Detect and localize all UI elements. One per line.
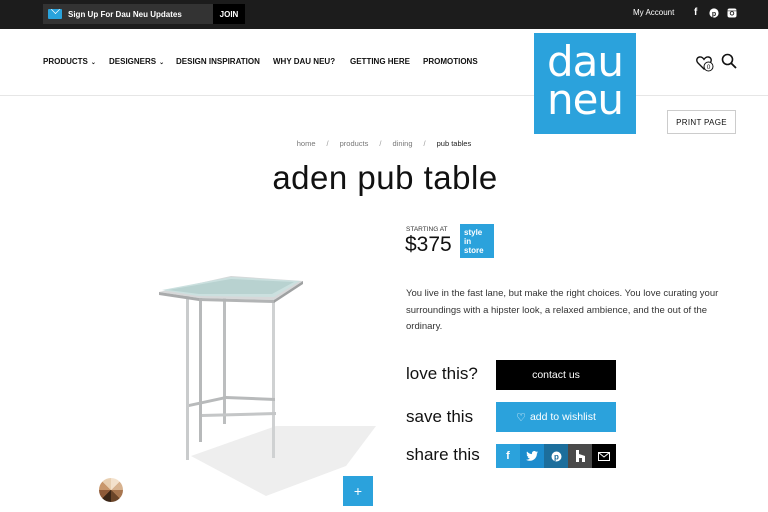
signup-bar[interactable]: Sign Up For Dau Neu Updates (43, 4, 213, 24)
heart-icon: ♡ (516, 411, 526, 424)
breadcrumb-dining[interactable]: dining (392, 139, 412, 148)
nav-promotions[interactable]: PROMOTIONS (423, 57, 478, 66)
print-page-button[interactable]: PRINT PAGE (667, 110, 736, 134)
chevron-down-icon: ⌄ (159, 60, 165, 66)
mail-icon (48, 9, 62, 19)
my-account-link[interactable]: My Account (633, 8, 674, 17)
share-facebook-icon[interactable]: f (496, 444, 520, 468)
share-this-label: share this (406, 445, 480, 464)
wishlist-count: 0 (707, 64, 711, 71)
wishlist-heart-icon[interactable]: 0 (696, 54, 714, 72)
nav-designers[interactable]: DESIGNERS ⌄ (109, 57, 164, 66)
product-description: You live in the fast lane, but make the … (406, 288, 719, 332)
save-this-label: save this (406, 407, 474, 426)
join-button[interactable]: JOIN (213, 4, 245, 24)
top-bar: Sign Up For Dau Neu Updates JOIN My Acco… (0, 0, 768, 29)
contact-us-button[interactable]: contact us (496, 360, 616, 390)
svg-text:p: p (712, 11, 716, 18)
add-to-wishlist-button[interactable]: ♡ add to wishlist (496, 402, 616, 432)
share-houzz-icon[interactable] (568, 444, 592, 468)
product-price: $375 (405, 233, 452, 256)
zoom-plus-button[interactable]: + (343, 476, 373, 506)
breadcrumb-products[interactable]: products (340, 139, 369, 148)
dau-neu-logo[interactable]: dau neu (534, 33, 636, 134)
nav-why-dau-neu[interactable]: WHY DAU NEU? (273, 57, 335, 66)
product-image (159, 276, 376, 496)
signup-text: Sign Up For Dau Neu Updates (68, 9, 182, 19)
breadcrumb-current: pub tables (436, 139, 472, 148)
breadcrumb-home[interactable]: home (297, 139, 316, 148)
nav-design-inspiration[interactable]: DESIGN INSPIRATION (176, 57, 260, 66)
breadcrumb: home / products / dining / pub tables (296, 139, 472, 148)
instagram-icon[interactable] (727, 8, 737, 18)
color-swatch-icon[interactable] (99, 478, 123, 502)
chevron-down-icon: ⌄ (90, 60, 96, 66)
product-title: aden pub table (272, 159, 498, 196)
pinterest-icon[interactable]: p (709, 8, 719, 18)
starting-at-label: STARTING AT (406, 226, 448, 233)
nav-products[interactable]: PRODUCTS ⌄ (43, 57, 96, 66)
logo-line-2: neu (546, 75, 624, 124)
nav-getting-here[interactable]: GETTING HERE (350, 57, 410, 66)
share-pinterest-icon[interactable]: p (544, 444, 568, 468)
share-twitter-icon[interactable] (520, 444, 544, 468)
facebook-icon[interactable]: f (694, 7, 697, 18)
love-this-label: love this? (406, 364, 478, 383)
style-in-store-badge: style in store (460, 224, 494, 258)
search-icon[interactable] (721, 53, 737, 69)
svg-text:p: p (554, 452, 559, 461)
share-email-icon[interactable] (592, 444, 616, 468)
